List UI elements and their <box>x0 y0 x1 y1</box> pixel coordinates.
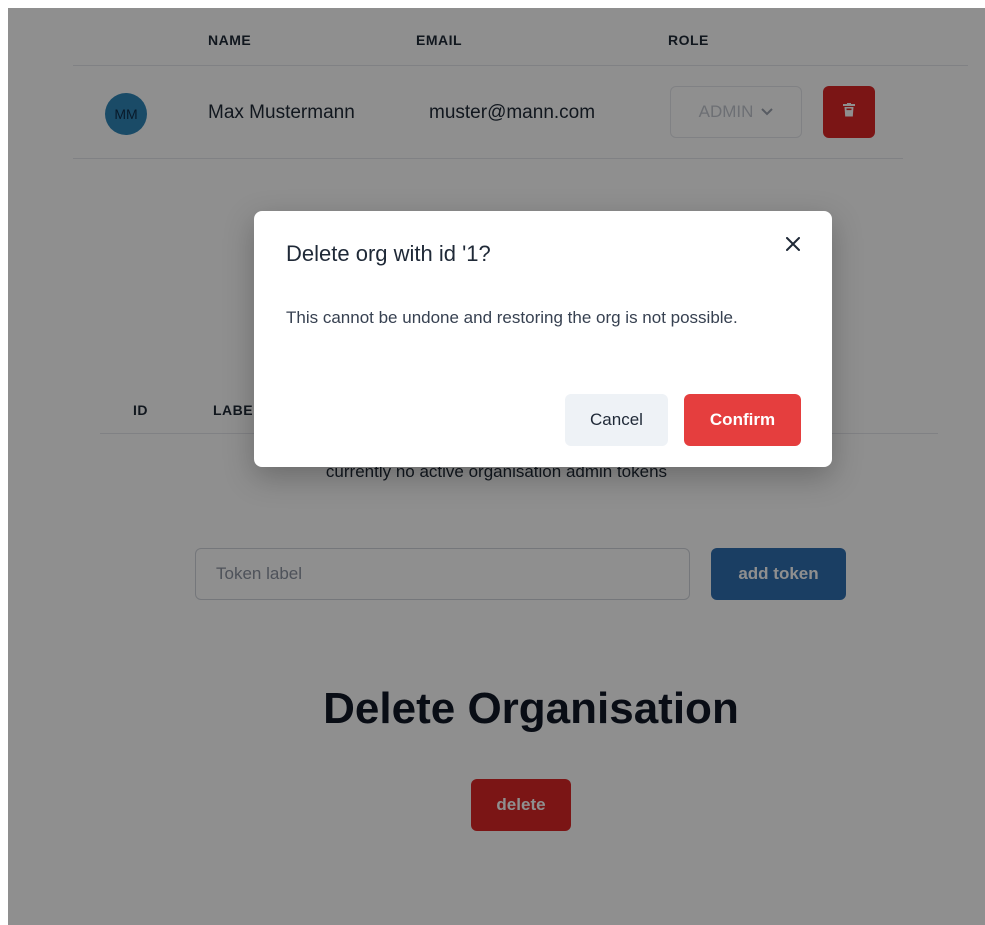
cancel-button[interactable]: Cancel <box>565 394 668 446</box>
modal-title: Delete org with id '1? <box>286 241 491 266</box>
org-settings-page: NAME EMAIL ROLE MM Max Mustermann muster… <box>8 8 985 925</box>
close-icon <box>786 236 800 256</box>
modal-body-text: This cannot be undone and restoring the … <box>286 308 738 327</box>
confirm-button[interactable]: Confirm <box>684 394 801 446</box>
close-button[interactable] <box>778 231 808 261</box>
confirm-delete-modal: Delete org with id '1? This cannot be un… <box>254 211 832 467</box>
